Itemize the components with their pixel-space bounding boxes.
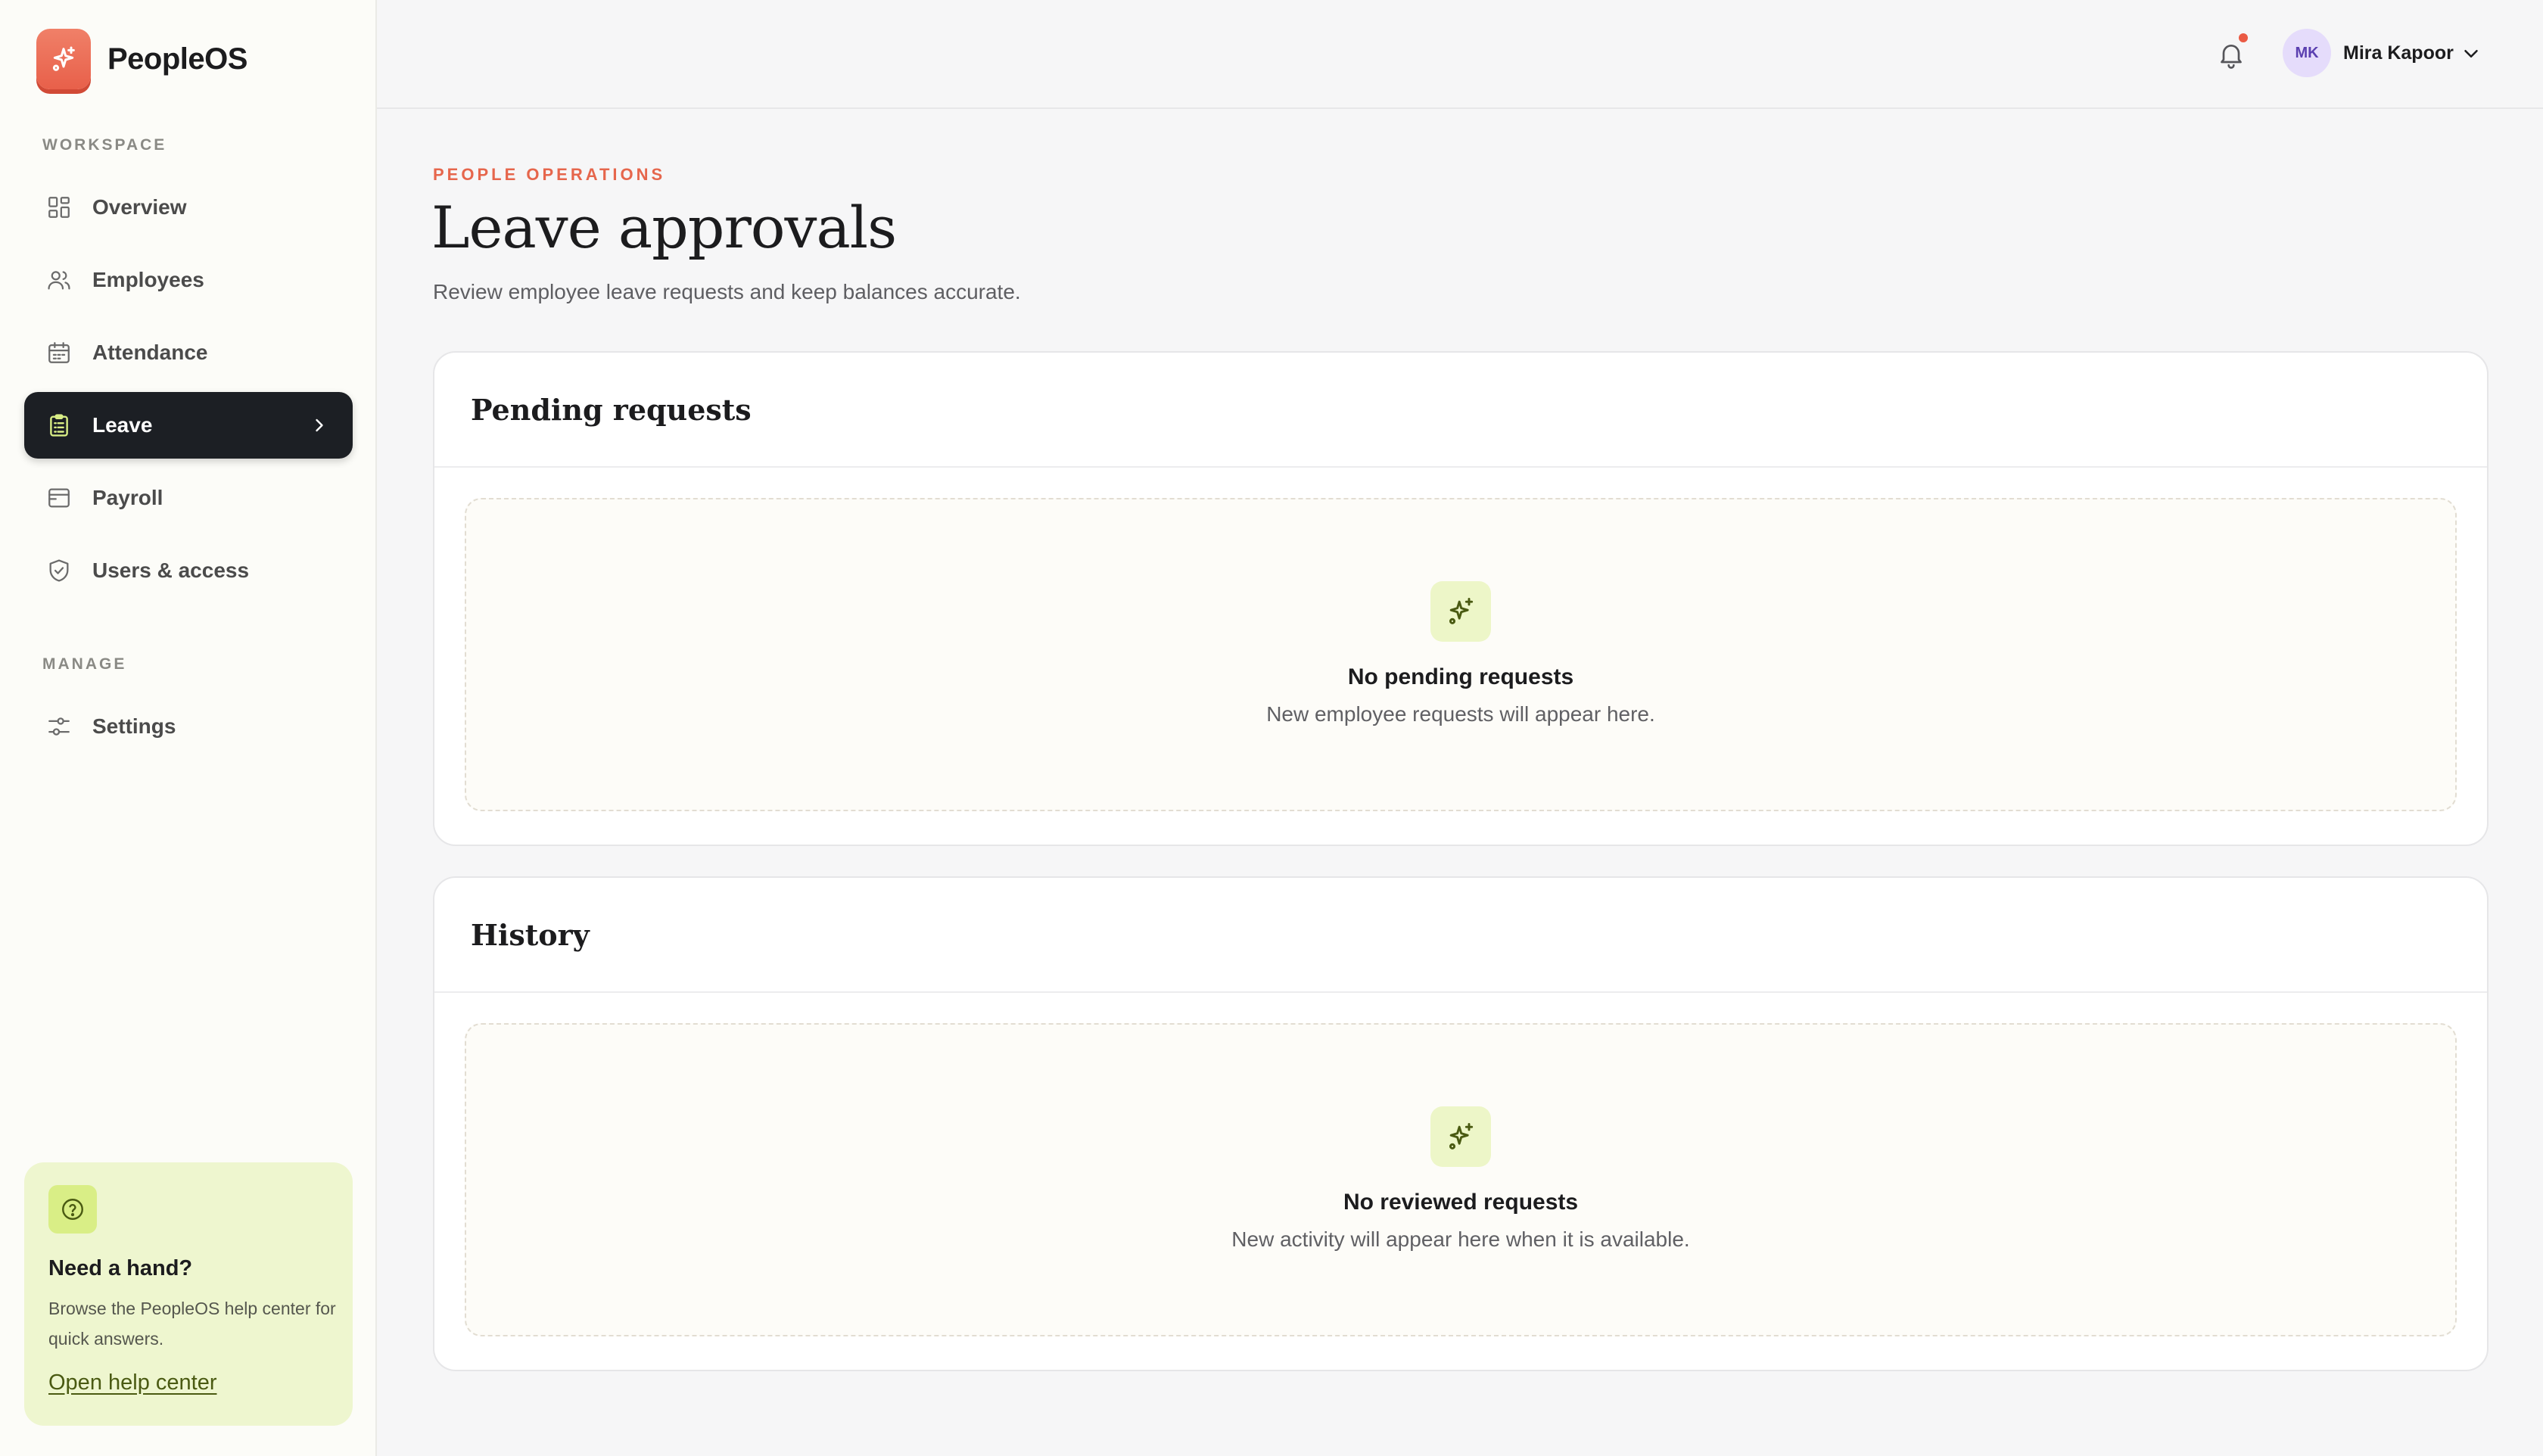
empty-state-text: New activity will appear here when it is… — [1231, 1227, 1690, 1251]
grid-icon — [45, 194, 73, 221]
sparkle-icon — [36, 29, 91, 89]
users-icon — [45, 266, 73, 294]
chevron-right-icon — [316, 418, 323, 432]
sidebar-item-overview[interactable]: Overview — [24, 174, 353, 241]
empty-state-title: No reviewed requests — [1343, 1190, 1579, 1215]
brand[interactable]: PeopleOS — [36, 29, 247, 89]
user-name[interactable]: Mira Kapoor — [2343, 42, 2454, 64]
sidebar-item-label: Leave — [92, 413, 153, 437]
help-circle-icon — [48, 1185, 97, 1234]
help-title: Need a hand? — [48, 1256, 193, 1280]
empty-state-text: New employee requests will appear here. — [1266, 702, 1655, 726]
wallet-icon — [45, 484, 73, 512]
sidebar-item-label: Settings — [92, 714, 176, 738]
panel-title: Pending requests — [471, 392, 752, 427]
calendar-icon — [45, 339, 73, 366]
sidebar: PeopleOS WORKSPACE Overview Employees At… — [0, 0, 377, 1456]
panel-header: Pending requests — [434, 353, 2487, 468]
pending-requests-panel: Pending requests No pending requests New… — [433, 351, 2489, 846]
history-panel: History No reviewed requests New activit… — [433, 876, 2489, 1371]
sliders-icon — [45, 713, 73, 740]
help-card: Need a hand? Browse the PeopleOS help ce… — [24, 1162, 353, 1426]
sidebar-item-payroll[interactable]: Payroll — [24, 465, 353, 531]
section-label-manage: MANAGE — [42, 655, 127, 673]
sparkle-icon — [1430, 581, 1491, 642]
avatar[interactable]: MK — [2283, 29, 2331, 77]
sidebar-item-settings[interactable]: Settings — [24, 693, 353, 760]
app-name: PeopleOS — [107, 42, 247, 76]
shield-icon — [45, 557, 73, 584]
page-title: Leave approvals — [431, 194, 897, 261]
sidebar-item-leave[interactable]: Leave — [24, 392, 353, 459]
sidebar-item-users-access[interactable]: Users & access — [24, 537, 353, 604]
notification-dot — [2239, 33, 2248, 42]
page-subtitle: Review employee leave requests and keep … — [433, 280, 1021, 303]
sidebar-item-label: Overview — [92, 195, 187, 219]
sidebar-item-employees[interactable]: Employees — [24, 247, 353, 313]
empty-state-title: No pending requests — [1347, 664, 1574, 689]
empty-state: No pending requests New employee request… — [465, 498, 2457, 811]
panel-title: History — [471, 917, 590, 952]
empty-state: No reviewed requests New activity will a… — [465, 1023, 2457, 1336]
clipboard-icon — [45, 412, 73, 439]
sparkle-icon — [1430, 1106, 1491, 1167]
sidebar-item-label: Payroll — [92, 486, 163, 509]
page-eyebrow: PEOPLE OPERATIONS — [433, 165, 666, 184]
help-center-link[interactable]: Open help center — [48, 1370, 216, 1395]
sidebar-item-label: Users & access — [92, 558, 250, 582]
bell-icon[interactable] — [2216, 38, 2246, 71]
sidebar-item-label: Employees — [92, 268, 204, 291]
panel-header: History — [434, 878, 2487, 993]
chevron-down-icon[interactable] — [2460, 42, 2482, 65]
sidebar-item-attendance[interactable]: Attendance — [24, 319, 353, 386]
help-text: Browse the PeopleOS help center for quic… — [48, 1299, 336, 1349]
sidebar-item-label: Attendance — [92, 341, 208, 364]
section-label-workspace: WORKSPACE — [42, 136, 167, 154]
